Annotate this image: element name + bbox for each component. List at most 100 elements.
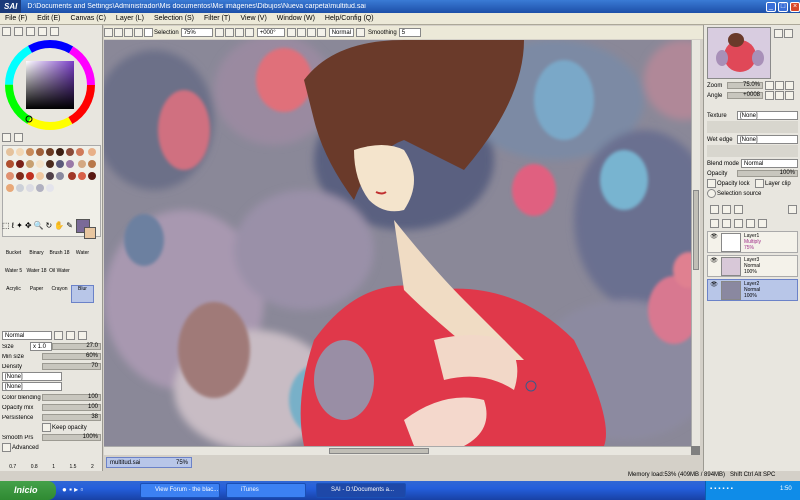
tool-binary[interactable]: Binary [25,249,48,267]
palette-swatch[interactable] [77,160,86,168]
wet-edge-select[interactable]: [None] [737,135,798,144]
select-tool-icon[interactable]: ⬚ [2,221,10,230]
nav-angle-slider[interactable]: +0008 [727,92,763,99]
rgb-slider-mode-button[interactable] [13,27,23,36]
preset-size[interactable]: 0.7 [9,464,16,470]
palette-swatch[interactable] [46,184,54,192]
layer-clip-checkbox[interactable] [755,179,764,188]
deselect-button[interactable] [124,28,133,37]
palette-swatch[interactable] [56,172,64,180]
nav-rotate-left[interactable] [765,91,774,100]
palette-swatch[interactable] [26,160,34,168]
lasso-tool-icon[interactable]: ℓ [12,221,15,230]
eyedropper-icon[interactable]: ✎ [66,221,73,230]
clear-layer-icon[interactable] [733,219,743,228]
tool-brush[interactable]: Brush 18 [48,249,71,267]
zoom-out-button[interactable] [214,28,224,37]
persistence-slider[interactable]: 38 [42,414,101,421]
palette-swatch[interactable] [67,172,76,180]
move-tool-icon[interactable]: ✥ [25,221,32,230]
swap-color-button[interactable] [2,133,11,142]
layer-item[interactable]: 👁 Layer3 Normal 100% [707,255,798,277]
vertical-scroll-thumb[interactable] [693,190,699,270]
menu-filter[interactable]: Filter (T) [199,15,235,22]
color-blending-slider[interactable]: 100 [42,394,101,401]
palette-swatch[interactable] [6,184,14,192]
taskbar-item[interactable]: View Forum - the blac... [140,483,220,498]
palette-swatch[interactable] [16,172,24,180]
size-slider[interactable]: 27.0 [52,343,101,350]
tool-acrylic[interactable]: Acrylic [2,285,25,303]
menu-help[interactable]: Help/Config (Q) [320,15,379,22]
palette-swatch[interactable] [26,184,34,192]
maximize-button[interactable]: □ [778,1,788,12]
nav-zoom-reset[interactable] [785,81,794,90]
scratchpad-mode-button[interactable] [49,27,59,36]
palette-swatch[interactable] [46,148,54,156]
smoothing-select[interactable]: 5 [398,28,421,37]
zoom-in-button[interactable] [224,28,234,37]
rotate-reset-button[interactable] [306,28,316,37]
tool-empty[interactable] [71,267,94,285]
rotate-left-button[interactable] [286,28,296,37]
zoom-select[interactable]: 75% [180,28,213,37]
palette-swatch[interactable] [16,148,24,156]
navigator-preview[interactable] [707,27,771,79]
brush-shape-square-icon[interactable] [54,331,63,340]
rotate-right-button[interactable] [296,28,306,37]
layer-extra-icon[interactable] [757,219,767,228]
palette-swatch[interactable] [87,160,96,168]
nav-zoom-slider[interactable]: 75.0% [727,82,763,89]
preset-size[interactable]: 1.5 [69,464,76,470]
layer-options-icon[interactable] [787,205,797,214]
blend-mode-select[interactable]: Normal [741,159,798,168]
menu-edit[interactable]: Edit (E) [32,15,65,22]
transfer-down-icon[interactable] [710,219,719,228]
advanced-checkbox[interactable] [2,443,11,452]
history-color-button[interactable] [13,133,23,142]
palette-swatch[interactable] [87,148,96,156]
palette-swatch[interactable] [16,184,24,192]
palette-swatch[interactable] [6,148,14,156]
canvas-area[interactable] [104,40,700,455]
preset-size[interactable]: 1 [52,464,55,470]
horizontal-scroll-thumb[interactable] [329,448,429,454]
invert-selection-button[interactable] [134,28,143,37]
tool-paper[interactable]: Paper [25,285,48,303]
smooth-prs-slider[interactable]: 100% [42,434,101,441]
zoom-reset-button[interactable] [234,28,244,37]
visibility-eye-icon[interactable]: 👁 [709,257,719,266]
min-size-slider[interactable]: 60% [42,353,101,360]
firefox-icon[interactable]: ● [62,485,67,494]
palette-swatch[interactable] [26,172,34,180]
palette-swatch[interactable] [46,160,54,168]
color-wheel-mode-button[interactable] [2,27,11,36]
tool-water-5[interactable]: Water 5 [2,267,25,285]
density-slider[interactable]: 70 [42,363,101,370]
tool-water[interactable]: Water [71,249,94,267]
vertical-scrollbar[interactable] [691,40,700,446]
desktop-icon[interactable]: ▪ [69,485,72,494]
color-wheel[interactable] [4,39,96,131]
brush-shape-soft-icon[interactable] [78,331,87,340]
redo-button[interactable] [114,28,123,37]
minimize-button[interactable]: _ [766,1,776,12]
stabilizer-mode-select[interactable]: Normal [328,28,355,37]
palette-swatch[interactable] [77,172,86,180]
palette-swatch[interactable] [6,172,14,180]
opacity-lock-checkbox[interactable] [707,179,716,188]
brush-shape-round-icon[interactable] [66,331,75,340]
horizontal-scrollbar[interactable] [104,446,691,455]
undo-button[interactable] [104,28,113,37]
palette-swatch[interactable] [36,148,44,156]
folder-icon[interactable]: ▫ [80,485,83,494]
nav-button[interactable] [784,29,793,38]
palette-swatch[interactable] [66,148,74,156]
opacity-mix-slider[interactable]: 100 [42,404,101,411]
brush-mode-select[interactable]: Normal [2,331,52,340]
opacity-slider[interactable]: 100% [737,170,798,177]
texture-select-1[interactable]: [None] [2,372,62,381]
keep-opacity-checkbox[interactable] [42,423,51,432]
nav-zoom-plus[interactable] [775,81,784,90]
tool-water-18[interactable]: Water 18 [25,267,48,285]
